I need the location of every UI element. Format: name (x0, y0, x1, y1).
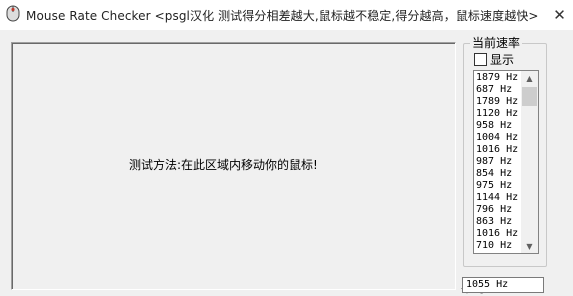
show-checkbox[interactable] (474, 53, 487, 66)
list-item[interactable]: 854 Hz (476, 168, 520, 180)
list-item[interactable]: 1879 Hz (476, 72, 520, 84)
list-item[interactable]: 710 Hz (476, 240, 520, 252)
mouse-icon (6, 5, 20, 22)
list-item[interactable]: 687 Hz (476, 84, 520, 96)
list-item[interactable]: 958 Hz (476, 120, 520, 132)
average-field: 1055 Hz (462, 277, 544, 293)
chevron-up-icon: ▲ (526, 73, 533, 83)
list-item[interactable]: 1120 Hz (476, 108, 520, 120)
rate-groupbox-title: 当前速率 (470, 36, 523, 50)
list-item[interactable]: 1004 Hz (476, 132, 520, 144)
list-item[interactable]: 1016 Hz (476, 144, 520, 156)
rate-list[interactable]: 1879 Hz 687 Hz 1789 Hz 1120 Hz 958 Hz 1004 Hz… (473, 70, 539, 254)
scroll-down-button[interactable]: ▼ (521, 239, 538, 253)
close-button[interactable]: ✕ (546, 0, 573, 30)
mouse-test-area[interactable]: 测试方法:在此区域内移动你的鼠标! (11, 42, 456, 290)
list-item[interactable]: 1789 Hz (476, 96, 520, 108)
list-item[interactable]: 863 Hz (476, 216, 520, 228)
show-checkbox-label[interactable]: 显示 (490, 51, 514, 68)
close-icon: ✕ (553, 6, 566, 24)
scroll-thumb[interactable] (522, 87, 537, 106)
rate-list-scrollbar[interactable]: ▲ ▼ (521, 71, 538, 253)
list-item[interactable]: 987 Hz (476, 156, 520, 168)
chevron-down-icon: ▼ (526, 241, 533, 251)
list-item[interactable]: 796 Hz (476, 204, 520, 216)
window-title: Mouse Rate Checker <psgl汉化 测试得分相差越大,鼠标越不… (26, 9, 539, 23)
instruction-text: 测试方法:在此区域内移动你的鼠标! (129, 158, 318, 172)
list-item[interactable]: 1016 Hz (476, 228, 520, 240)
scroll-up-button[interactable]: ▲ (521, 71, 538, 85)
title-bar: Mouse Rate Checker <psgl汉化 测试得分相差越大,鼠标越不… (0, 0, 573, 30)
list-item[interactable]: 1144 Hz (476, 192, 520, 204)
list-item[interactable]: 975 Hz (476, 180, 520, 192)
rate-list-items: 1879 Hz 687 Hz 1789 Hz 1120 Hz 958 Hz 1004 Hz… (476, 72, 520, 252)
